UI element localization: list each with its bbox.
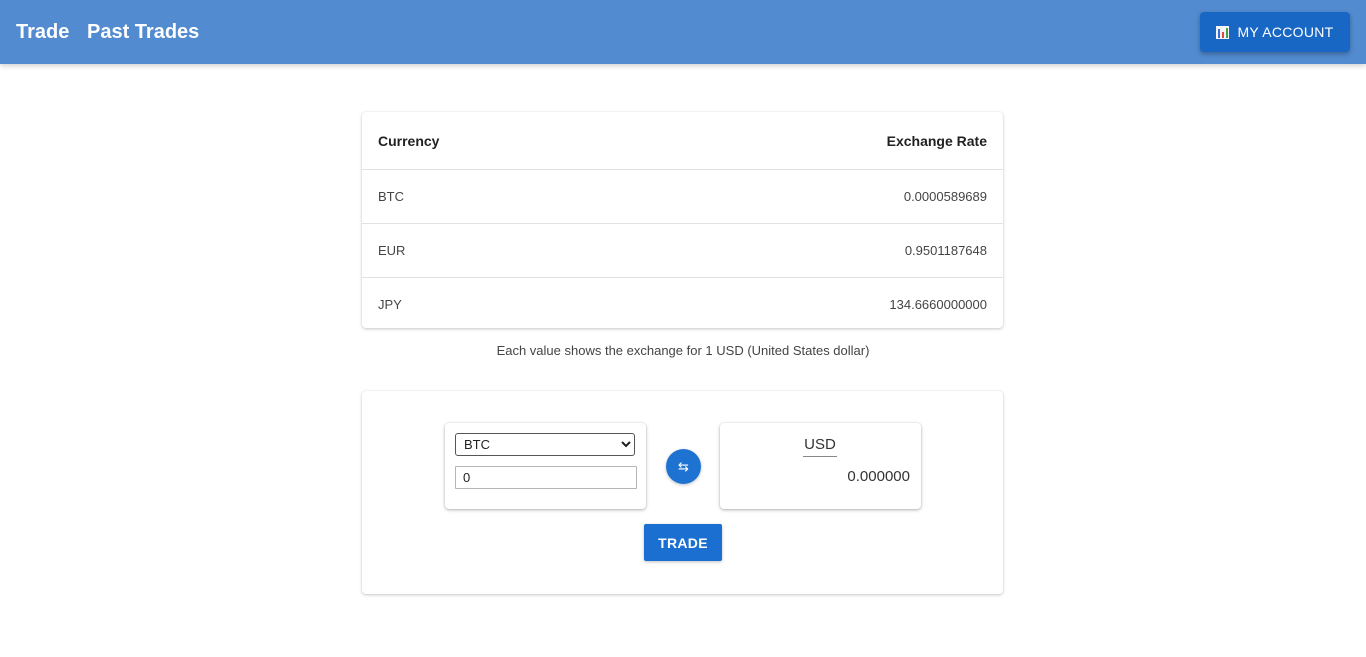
trade-button[interactable]: TRADE (644, 524, 722, 561)
rate-cell: 0.0000589689 (627, 169, 1003, 224)
table-row: JPY 134.6660000000 (362, 277, 1003, 331)
table-header-row: Currency Exchange Rate (362, 112, 1003, 170)
bar-chart-icon (1216, 25, 1230, 39)
nav-trade-link[interactable]: Trade (16, 19, 69, 45)
from-currency-box: BTC (445, 423, 646, 509)
table-row: BTC 0.0000589689 (362, 169, 1003, 224)
currency-cell: BTC (362, 169, 628, 224)
exchange-note: Each value shows the exchange for 1 USD … (496, 343, 870, 358)
rate-cell: 0.9501187648 (627, 223, 1003, 278)
to-amount-value: 0.000000 (847, 468, 910, 485)
my-account-label: MY ACCOUNT (1237, 24, 1334, 40)
from-amount-input[interactable] (455, 466, 637, 489)
currency-cell: EUR (362, 223, 628, 278)
table-row: EUR 0.9501187648 (362, 223, 1003, 278)
swap-button[interactable]: ⇆ (666, 449, 701, 484)
exchange-rate-column-header: Exchange Rate (886, 132, 987, 149)
exchange-rates-table: Currency Exchange Rate BTC 0.0000589689 … (362, 112, 1003, 331)
currency-column-header: Currency (378, 132, 440, 149)
nav-past-trades-link[interactable]: Past Trades (87, 19, 199, 45)
top-app-bar: Trade Past Trades MY ACCOUNT (0, 0, 1366, 64)
exchange-rates-card: Currency Exchange Rate BTC 0.0000589689 … (362, 112, 1003, 331)
to-currency-box: USD 0.000000 (720, 423, 921, 509)
trade-card: BTC ⇆ USD 0.000000 TRADE (362, 391, 1003, 594)
my-account-button[interactable]: MY ACCOUNT (1200, 12, 1350, 52)
rate-cell: 134.6660000000 (627, 277, 1003, 331)
to-currency-label: USD (803, 436, 837, 457)
from-currency-select[interactable]: BTC (455, 433, 635, 456)
currency-cell: JPY (362, 277, 628, 331)
swap-arrows-icon: ⇆ (678, 458, 689, 474)
